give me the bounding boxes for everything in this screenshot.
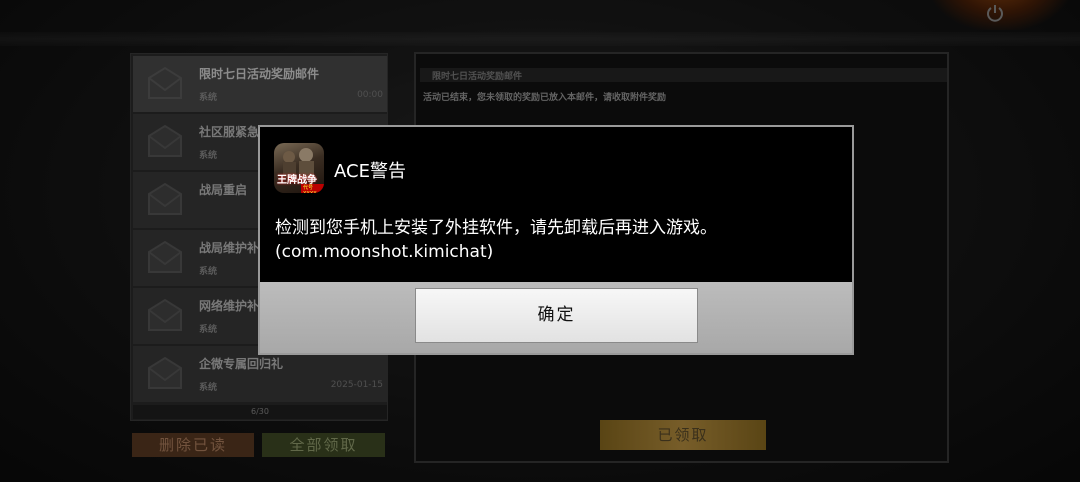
dialog-header: 王牌战争 代号XXXX ACE警告	[274, 143, 834, 195]
dialog-title: ACE警告	[334, 161, 406, 182]
dialog-footer: 确定	[260, 282, 852, 353]
app-icon-badge: 代号XXXX	[301, 184, 324, 193]
confirm-button[interactable]: 确定	[415, 288, 698, 343]
dialog-message-package: (com.moonshot.kimichat)	[275, 242, 494, 262]
ace-warning-dialog: 王牌战争 代号XXXX ACE警告 检测到您手机上安装了外挂软件，请先卸载后再进…	[258, 125, 854, 355]
dialog-message-line: 检测到您手机上安装了外挂软件，请先卸载后再进入游戏。	[275, 218, 717, 238]
dialog-message: 检测到您手机上安装了外挂软件，请先卸载后再进入游戏。 (com.moonshot…	[275, 216, 845, 264]
app-icon: 王牌战争 代号XXXX	[274, 143, 324, 193]
